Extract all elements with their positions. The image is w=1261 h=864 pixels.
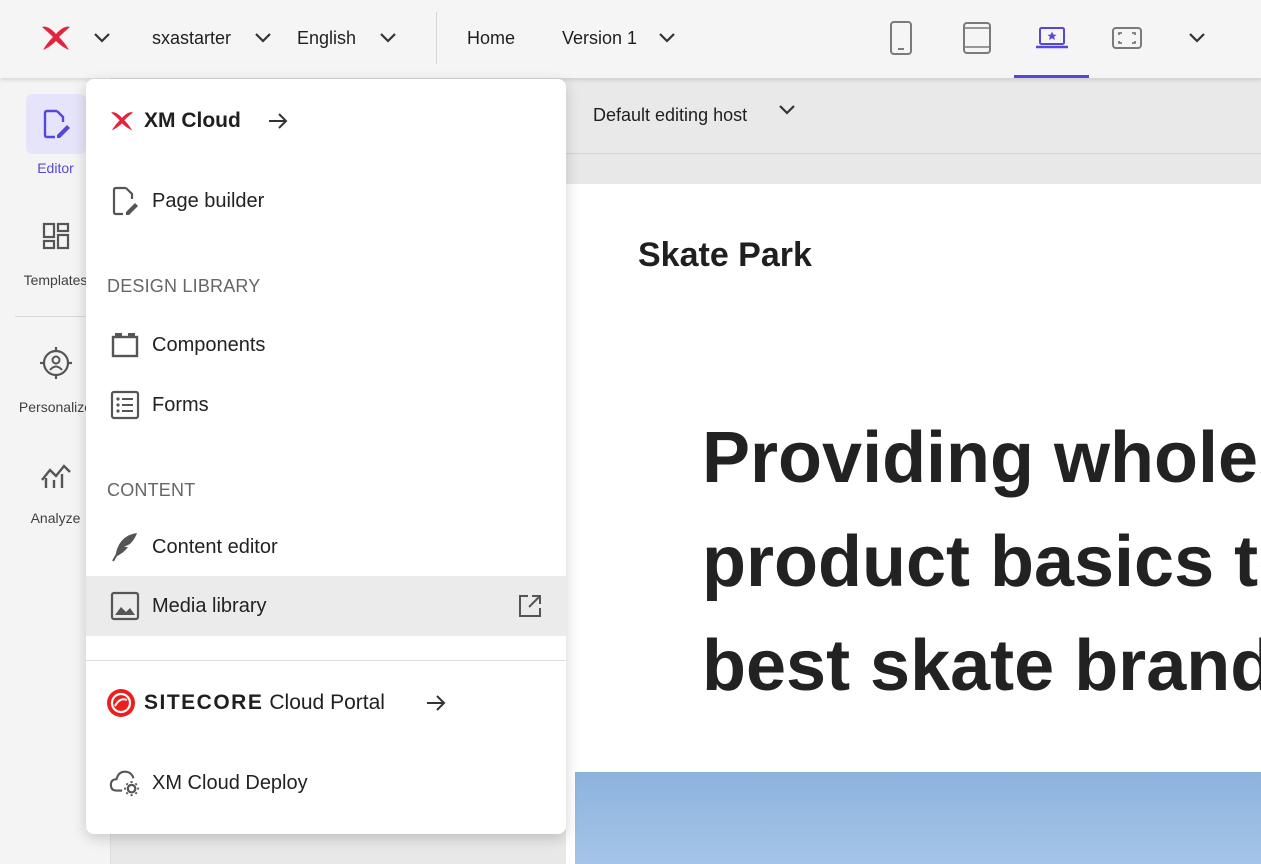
app-switcher-menu: XM Cloud Page builder DESIGN LIBRARY Com… (86, 79, 566, 834)
menu-item-page-builder[interactable]: Page builder (86, 171, 566, 231)
language-selector[interactable]: English (297, 0, 356, 76)
rail-icon-container (26, 206, 86, 266)
chevron-down-icon (255, 33, 271, 43)
site-selector-chevron[interactable] (253, 0, 273, 76)
xm-cloud-logo-icon (111, 112, 133, 131)
forms-icon (109, 389, 141, 421)
cloud-portal-text: Cloud Portal (269, 691, 385, 714)
app-switcher-chevron[interactable] (92, 0, 112, 76)
device-options-chevron[interactable] (1187, 0, 1207, 76)
xm-cloud-logo-icon (42, 26, 70, 50)
page-preview[interactable]: Skate Park Providing wholes product basi… (566, 184, 1261, 864)
site-selector[interactable]: sxastarter (152, 0, 231, 76)
menu-item-xm-cloud[interactable]: XM Cloud (86, 91, 566, 151)
top-bar: sxastarter English Home Version 1 (0, 0, 1261, 78)
tablet-device-icon (963, 22, 991, 54)
rail-icon-container (26, 444, 86, 504)
quill-icon (109, 531, 141, 563)
page-breadcrumb-home[interactable]: Home (467, 0, 515, 76)
sitecore-logo-icon (107, 689, 135, 717)
page-name: Home (467, 27, 516, 48)
menu-item-xm-cloud-deploy[interactable]: XM Cloud Deploy (86, 753, 566, 813)
language-selector-chevron[interactable] (378, 0, 398, 76)
hero-line: product basics to (702, 522, 1261, 602)
arrow-right-icon (427, 695, 446, 711)
app-logo-button[interactable] (38, 0, 74, 76)
mobile-device-button[interactable] (888, 0, 914, 76)
editor-icon (43, 109, 70, 139)
chevron-down-icon (659, 33, 675, 43)
personalize-icon (39, 347, 72, 379)
content-heading: CONTENT (107, 480, 196, 500)
fit-screen-button[interactable] (1111, 0, 1143, 76)
rail-divider (15, 316, 85, 317)
menu-item-sitecore-cloud-portal[interactable]: SITECORE Cloud Portal (86, 673, 566, 733)
xm-cloud-deploy-label: XM Cloud Deploy (152, 771, 308, 794)
laptop-device-button[interactable] (1035, 0, 1069, 76)
page-builder-label: Page builder (152, 189, 265, 212)
design-library-heading: DESIGN LIBRARY (107, 276, 261, 296)
forms-label: Forms (152, 393, 209, 416)
menu-item-content-editor[interactable]: Content editor (86, 517, 566, 577)
cloud-portal-label: SITECORE Cloud Portal (144, 691, 385, 715)
hero-line: Providing wholes (702, 418, 1261, 498)
editing-host-selector[interactable]: Default editing host (593, 105, 747, 126)
site-name: sxastarter (152, 27, 232, 48)
arrow-right-icon (269, 113, 288, 129)
content-editor-label: Content editor (152, 535, 278, 558)
version-selector-chevron[interactable] (657, 0, 677, 76)
templates-icon (42, 222, 69, 250)
menu-item-media-library[interactable]: Media library (86, 576, 566, 636)
preview-site-name: Skate Park (638, 236, 812, 274)
menu-item-components[interactable]: Components (86, 315, 566, 375)
toolbar-divider (436, 12, 437, 64)
components-label: Components (152, 333, 266, 356)
image-icon (109, 590, 141, 622)
preview-hero-heading: Providing wholes product basics to best … (702, 406, 1261, 718)
version-selector[interactable]: Version 1 (562, 0, 637, 76)
mobile-device-icon (890, 21, 912, 55)
external-link-icon (519, 595, 541, 617)
tablet-device-button[interactable] (961, 0, 993, 76)
version-label: Version 1 (562, 27, 638, 48)
components-icon (109, 329, 141, 361)
preview-hero-image (575, 772, 1261, 864)
rail-icon-container (26, 333, 86, 393)
menu-divider (86, 660, 566, 661)
cloud-settings-icon (109, 767, 141, 799)
rail-icon-container (25, 94, 86, 154)
chevron-down-icon (380, 33, 396, 43)
sitecore-wordmark: SITECORE (144, 691, 264, 714)
fit-screen-icon (1112, 27, 1142, 49)
chevron-down-icon[interactable] (777, 104, 797, 116)
chevron-down-icon (1189, 33, 1205, 43)
xm-cloud-pages-app: sxastarter English Home Version 1 Editor… (0, 0, 1261, 864)
menu-item-forms[interactable]: Forms (86, 375, 566, 435)
page-builder-icon (109, 185, 141, 217)
analyze-icon (40, 464, 71, 488)
xm-cloud-label: XM Cloud (144, 109, 241, 132)
hero-line: best skate brand (702, 626, 1261, 706)
media-library-label: Media library (152, 594, 267, 617)
laptop-device-icon (1036, 27, 1068, 49)
active-device-indicator (1014, 75, 1089, 78)
language-label: English (297, 27, 357, 48)
chevron-down-icon (94, 33, 110, 43)
